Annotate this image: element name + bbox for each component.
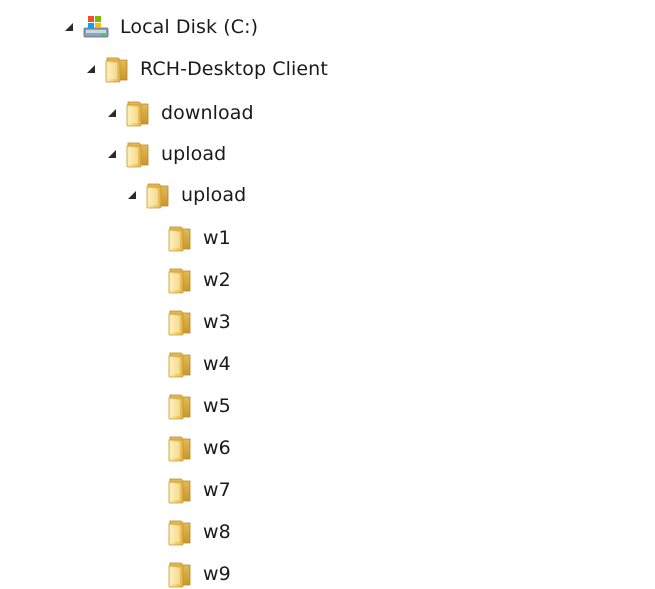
tree-node-rch-desktop-client[interactable]: RCH-Desktop Client: [86, 52, 328, 86]
tree-node-w4[interactable]: w4: [167, 347, 231, 381]
tree-node-w9[interactable]: w9: [167, 557, 231, 589]
folder-icon: [167, 476, 193, 504]
tree-node-label: w8: [203, 521, 231, 543]
tree-node-w8[interactable]: w8: [167, 515, 231, 549]
tree-node-upload-inner[interactable]: upload: [127, 178, 246, 212]
expand-arrow-icon[interactable]: [107, 149, 117, 159]
tree-node-w1[interactable]: w1: [167, 221, 231, 255]
expand-arrow-icon[interactable]: [86, 64, 96, 74]
tree-node-label: w9: [203, 563, 231, 585]
tree-node-label: RCH-Desktop Client: [140, 58, 328, 80]
tree-node-label: w1: [203, 227, 231, 249]
tree-node-label: download: [161, 102, 254, 124]
folder-icon: [167, 392, 193, 420]
tree-node-label: w5: [203, 395, 231, 417]
tree-node-label: w3: [203, 311, 231, 333]
tree-node-w5[interactable]: w5: [167, 389, 231, 423]
tree-node-label: upload: [161, 143, 227, 165]
expand-arrow-icon[interactable]: [64, 22, 74, 32]
folder-icon: [167, 434, 193, 462]
expand-arrow-icon[interactable]: [107, 108, 117, 118]
folder-icon: [167, 224, 193, 252]
tree-node-local-disk[interactable]: Local Disk (C:): [64, 10, 258, 44]
folder-icon: [125, 99, 151, 127]
folder-icon: [167, 560, 193, 588]
tree-node-w2[interactable]: w2: [167, 263, 231, 297]
folder-icon: [167, 266, 193, 294]
folder-tree: Local Disk (C:) RCH-Desktop Client downl…: [0, 0, 655, 589]
tree-node-label: w6: [203, 437, 231, 459]
tree-node-w6[interactable]: w6: [167, 431, 231, 465]
folder-icon: [167, 518, 193, 546]
tree-node-upload[interactable]: upload: [107, 137, 226, 171]
drive-icon: [82, 13, 110, 41]
tree-node-w3[interactable]: w3: [167, 305, 231, 339]
tree-node-label: Local Disk (C:): [120, 16, 259, 38]
folder-icon: [104, 55, 130, 83]
folder-icon: [125, 140, 151, 168]
tree-node-w7[interactable]: w7: [167, 473, 231, 507]
folder-icon: [167, 308, 193, 336]
tree-node-label: upload: [181, 184, 247, 206]
tree-node-label: w7: [203, 479, 231, 501]
expand-arrow-icon[interactable]: [127, 190, 137, 200]
tree-node-label: w4: [203, 353, 231, 375]
folder-icon: [145, 181, 171, 209]
folder-icon: [167, 350, 193, 378]
tree-node-label: w2: [203, 269, 231, 291]
tree-node-download[interactable]: download: [107, 96, 254, 130]
